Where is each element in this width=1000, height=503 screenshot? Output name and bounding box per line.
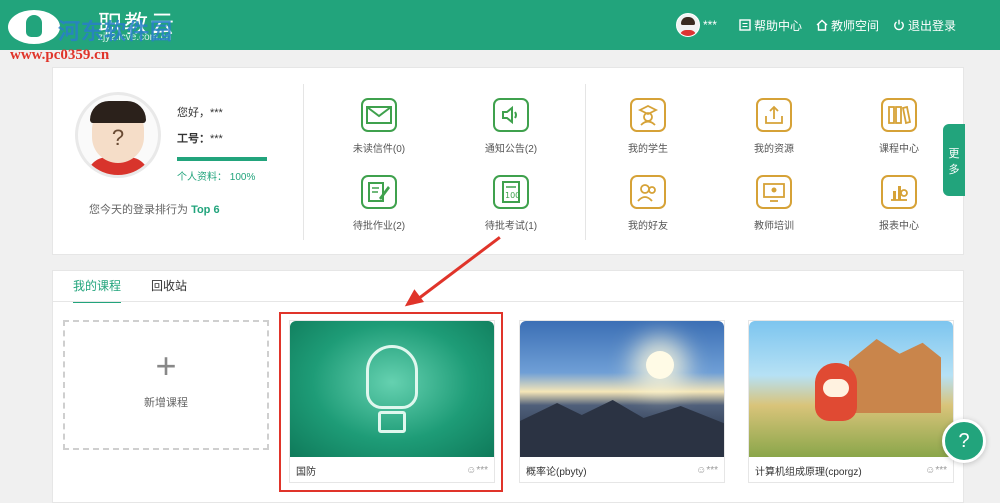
employee-number-label: 工号： xyxy=(177,133,210,145)
tile-label: 报表中心 xyxy=(879,221,919,232)
course-tabs: 我的课程 回收站 xyxy=(73,271,187,303)
rank-text: 您今天的登录排行为 xyxy=(89,204,188,216)
tile-unread-mail[interactable]: 未读信件(0) xyxy=(344,98,414,155)
tile-my-students[interactable]: 我的学生 xyxy=(613,98,683,155)
profile-avatar[interactable]: ? xyxy=(75,92,161,178)
course-thumbnail xyxy=(749,321,953,457)
course-thumbnail xyxy=(520,321,724,457)
tile-label: 待批作业(2) xyxy=(352,221,406,232)
teacher-space-label: 教师空间 xyxy=(830,18,879,33)
tab-my-courses[interactable]: 我的课程 xyxy=(73,271,122,303)
courses-panel: 我的课程 回收站 + 新增课程 国防 ☺*** 概率论(pbyty) ☺*** xyxy=(52,270,964,503)
divider xyxy=(585,84,586,240)
user-name: *** xyxy=(702,18,717,32)
tile-pending-exam[interactable]: 100 待批考试(1) xyxy=(476,175,546,232)
logout-link[interactable]: 退出登录 xyxy=(893,17,956,34)
help-center-label: 帮助中心 xyxy=(753,18,802,33)
help-center-link[interactable]: 帮助中心 xyxy=(739,17,802,34)
add-course-label: 新增课程 xyxy=(144,397,188,409)
tile-my-friends[interactable]: 我的好友 xyxy=(613,175,683,232)
watermark-url: www.pc0359.cn xyxy=(10,47,110,63)
tile-label: 我的好友 xyxy=(628,221,668,232)
tile-label: 未读信件(0) xyxy=(352,144,406,155)
more-label: 更多 xyxy=(948,148,960,176)
chart-icon xyxy=(881,175,917,209)
profile-progress-bar xyxy=(177,157,267,161)
top-nav: *** 帮助中心 教师空间 退出登录 xyxy=(675,0,956,50)
user-menu[interactable]: *** xyxy=(675,13,725,37)
completion-label: 个人资料： xyxy=(177,172,227,183)
course-owner-name: *** xyxy=(935,465,947,476)
add-course-button[interactable]: + 新增课程 xyxy=(63,320,269,450)
help-button[interactable]: ? xyxy=(942,419,986,463)
login-rank: 您今天的登录排行为 Top 6 xyxy=(89,201,220,217)
watermark-text: 河东软件园 xyxy=(58,19,174,44)
logo-badge-icon xyxy=(8,10,60,44)
question-icon: ? xyxy=(958,430,970,452)
power-icon xyxy=(894,19,904,31)
logout-label: 退出登录 xyxy=(907,18,956,33)
student-icon xyxy=(630,98,666,132)
training-icon xyxy=(756,175,792,209)
svg-text:100: 100 xyxy=(505,191,520,200)
upload-icon xyxy=(756,98,792,132)
course-owner-name: *** xyxy=(706,465,718,476)
user-icon: ☺ xyxy=(696,465,707,476)
tile-label: 教师培训 xyxy=(754,221,794,232)
mail-icon xyxy=(361,98,397,132)
tile-my-resources[interactable]: 我的资源 xyxy=(739,98,809,155)
speaker-icon xyxy=(493,98,529,132)
tab-divider xyxy=(53,301,963,302)
user-icon: ☺ xyxy=(925,465,936,476)
edit-doc-icon xyxy=(361,175,397,209)
highlight-box xyxy=(279,312,503,492)
avatar xyxy=(675,13,700,37)
course-owner: ☺*** xyxy=(696,465,718,476)
tile-course-center[interactable]: 课程中心 xyxy=(864,98,934,155)
tile-label: 我的资源 xyxy=(754,144,794,155)
tile-label: 课程中心 xyxy=(879,144,919,155)
tile-teacher-training[interactable]: 教师培训 xyxy=(739,175,809,232)
employee-number: 工号：*** xyxy=(177,130,223,146)
tile-label: 待批考试(1) xyxy=(484,221,538,232)
plus-icon: + xyxy=(155,345,177,386)
logo[interactable]: 职教云 zjy2.icve.com.cn 河东软件园 www.pc0359.cn xyxy=(0,0,240,66)
course-title: 概率论(pbyty) xyxy=(526,467,587,478)
course-title: 计算机组成原理(cporgz) xyxy=(755,467,862,478)
dashboard-panel: ? 您好，*** 工号：*** 个人资料： 100% 您今天的登录排行为 Top… xyxy=(52,67,964,255)
tile-report-center[interactable]: 报表中心 xyxy=(864,175,934,232)
exam-icon: 100 xyxy=(493,175,529,209)
tab-recycle-bin[interactable]: 回收站 xyxy=(151,271,187,303)
tile-pending-homework[interactable]: 待批作业(2) xyxy=(344,175,414,232)
books-icon xyxy=(881,98,917,132)
employee-number-value: *** xyxy=(210,133,223,145)
friends-icon xyxy=(630,175,666,209)
course-card[interactable]: 计算机组成原理(cporgz) ☺*** xyxy=(748,320,954,483)
tile-notice[interactable]: 通知公告(2) xyxy=(476,98,546,155)
divider xyxy=(303,84,304,240)
more-tab[interactable]: 更多 xyxy=(943,124,965,196)
profile-completion: 个人资料： 100% xyxy=(177,168,255,183)
tile-label: 我的学生 xyxy=(628,144,668,155)
completion-value: 100% xyxy=(229,172,256,183)
course-card[interactable]: 概率论(pbyty) ☺*** xyxy=(519,320,725,483)
course-owner: ☺*** xyxy=(925,465,947,476)
greeting: 您好，*** xyxy=(177,107,223,119)
help-doc-icon xyxy=(739,19,751,31)
teacher-space-link[interactable]: 教师空间 xyxy=(816,17,879,34)
home-icon xyxy=(816,19,828,31)
rank-value: Top 6 xyxy=(191,204,220,216)
tile-label: 通知公告(2) xyxy=(484,144,538,155)
